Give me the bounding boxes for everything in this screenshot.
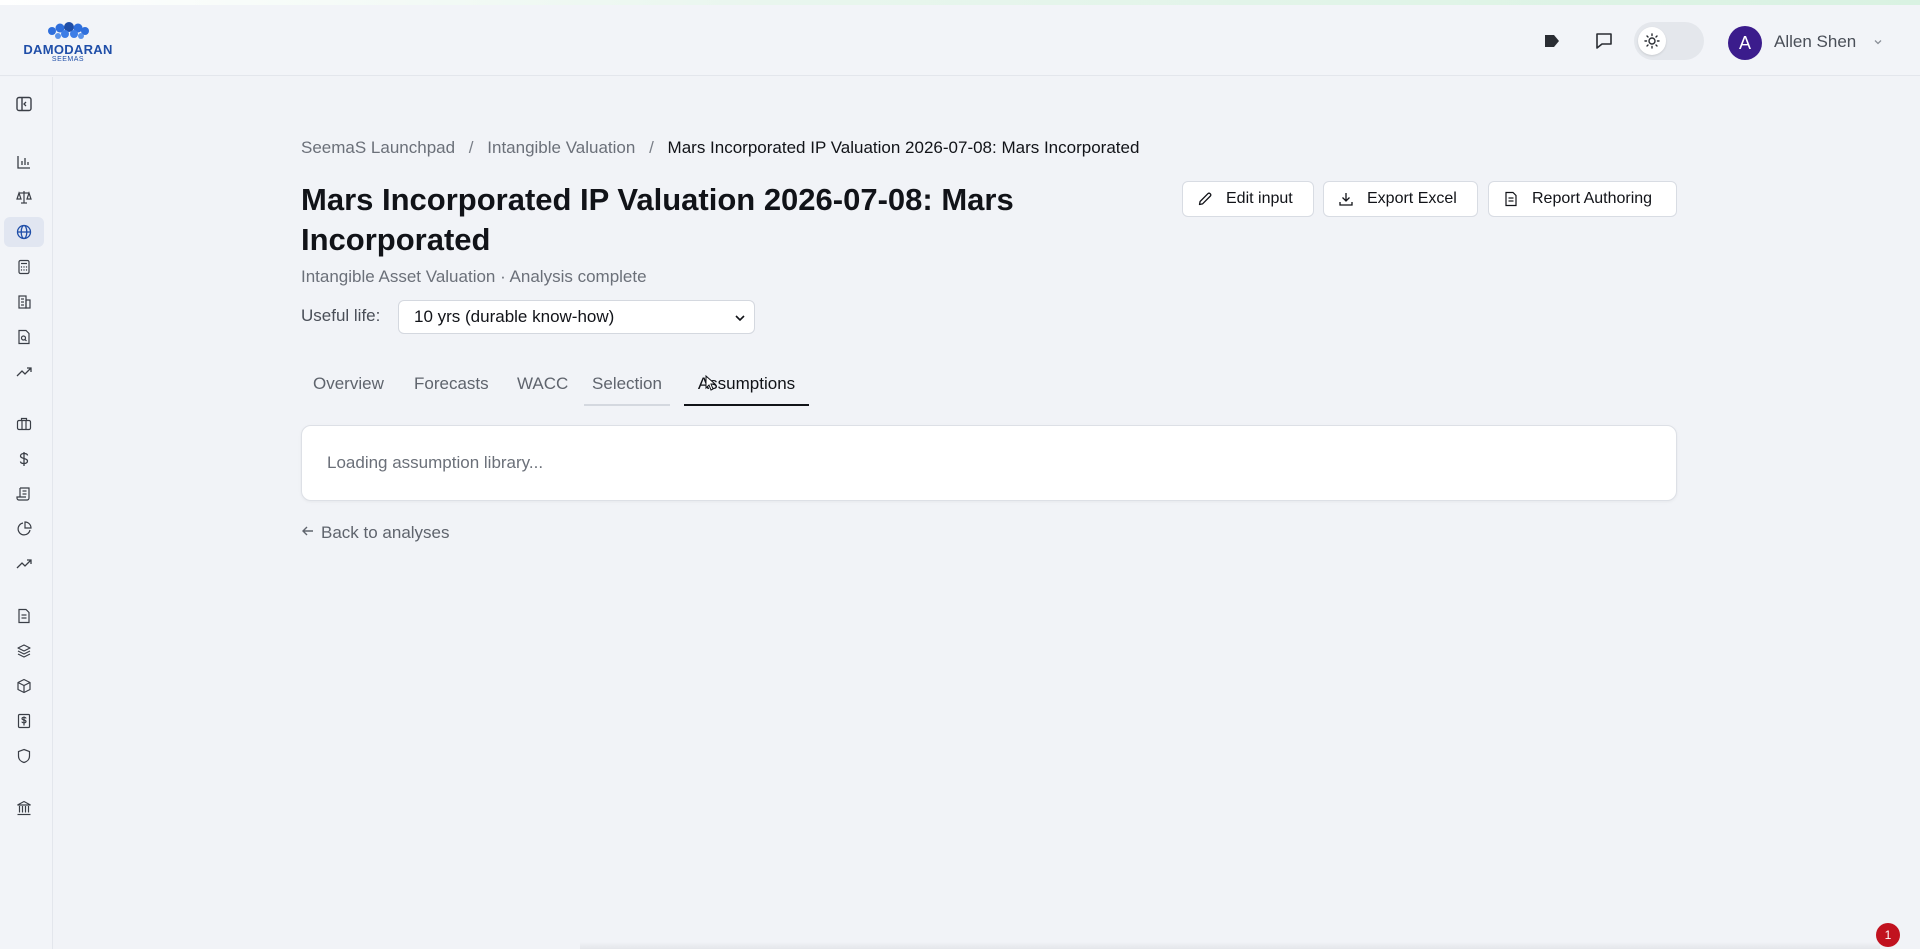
export-excel-button[interactable]: Export Excel	[1323, 181, 1478, 217]
useful-life-label: Useful life:	[301, 306, 381, 325]
page-title: Mars Incorporated IP Valuation 2026-07-0…	[301, 182, 1014, 257]
chevron-down-icon	[732, 310, 748, 331]
logo-text: DAMODARAN	[23, 42, 113, 57]
back-to-analyses-label: Back to analyses	[321, 523, 450, 542]
user-name[interactable]: Allen Shen	[1774, 32, 1856, 52]
bottom-shadow	[580, 942, 1880, 949]
building-icon[interactable]	[4, 287, 44, 317]
avatar[interactable]: A	[1728, 26, 1762, 60]
trending-up-icon[interactable]	[4, 357, 44, 387]
back-to-analyses-link[interactable]: Back to analyses	[301, 523, 450, 543]
tab-selection[interactable]: Selection	[584, 370, 670, 406]
breadcrumb-item-intangible-valuation[interactable]: Intangible Valuation	[487, 138, 635, 157]
chat-icon[interactable]	[1589, 26, 1619, 56]
arrow-left-icon	[301, 523, 315, 543]
logo-subtext: SEEMAS	[51, 56, 85, 63]
download-icon	[1337, 190, 1355, 208]
assumptions-card: Loading assumption library...	[301, 425, 1677, 501]
tag-icon[interactable]	[1537, 26, 1567, 56]
logo-mark-icon	[48, 22, 89, 39]
trending-up-icon-2[interactable]	[4, 549, 44, 579]
panel-toggle-icon[interactable]	[4, 89, 44, 119]
breadcrumb-separator: /	[468, 138, 474, 157]
file-search-icon[interactable]	[4, 322, 44, 352]
export-excel-label: Export Excel	[1367, 190, 1457, 207]
receipt-dollar-icon[interactable]	[4, 706, 44, 736]
breadcrumb-separator: /	[649, 138, 654, 157]
edit-input-button[interactable]: Edit input	[1182, 181, 1314, 217]
top-bar: DAMODARAN SEEMAS A Allen Shen	[0, 5, 1920, 76]
theme-toggle[interactable]	[1634, 22, 1704, 60]
useful-life-select[interactable]: 10 yrs (durable know-how)	[398, 300, 755, 334]
tab-overview[interactable]: Overview	[313, 370, 384, 406]
damodaran-logo[interactable]: DAMODARAN SEEMAS	[22, 19, 114, 67]
report-authoring-button[interactable]: Report Authoring	[1488, 181, 1677, 217]
calculator-icon[interactable]	[4, 252, 44, 282]
breadcrumb: SeemaS Launchpad / Intangible Valuation …	[301, 138, 1139, 158]
scale-icon[interactable]	[4, 182, 44, 212]
bank-icon[interactable]	[4, 793, 44, 823]
report-authoring-label: Report Authoring	[1532, 190, 1653, 207]
scroll-icon[interactable]	[4, 479, 44, 509]
globe-icon[interactable]	[4, 217, 44, 247]
breadcrumb-item-launchpad[interactable]: SeemaS Launchpad	[301, 138, 455, 157]
chevron-down-icon[interactable]	[1872, 35, 1884, 53]
edit-input-label: Edit input	[1226, 190, 1293, 207]
pie-chart-icon[interactable]	[4, 514, 44, 544]
mouse-cursor-icon	[705, 374, 717, 396]
document-icon[interactable]	[4, 601, 44, 631]
box-icon[interactable]	[4, 671, 44, 701]
file-text-icon	[1502, 190, 1520, 208]
sidebar	[0, 77, 53, 949]
loading-text: Loading assumption library...	[327, 453, 544, 472]
layers-icon[interactable]	[4, 636, 44, 666]
dollar-icon[interactable]	[4, 444, 44, 474]
shield-icon[interactable]	[4, 741, 44, 771]
briefcase-icon[interactable]	[4, 409, 44, 439]
bar-chart-icon[interactable]	[4, 147, 44, 177]
page-subtitle: Intangible Asset Valuation · Analysis co…	[301, 267, 647, 286]
breadcrumb-item-current: Mars Incorporated IP Valuation 2026-07-0…	[667, 138, 1140, 157]
sun-icon	[1638, 27, 1666, 55]
tab-forecasts[interactable]: Forecasts	[414, 370, 489, 406]
notification-badge[interactable]: 1	[1876, 923, 1900, 947]
pencil-icon	[1196, 190, 1214, 208]
useful-life-value: 10 yrs (durable know-how)	[414, 307, 615, 326]
tab-assumptions[interactable]: Assumptions	[684, 370, 809, 406]
tab-wacc[interactable]: WACC	[517, 370, 568, 406]
